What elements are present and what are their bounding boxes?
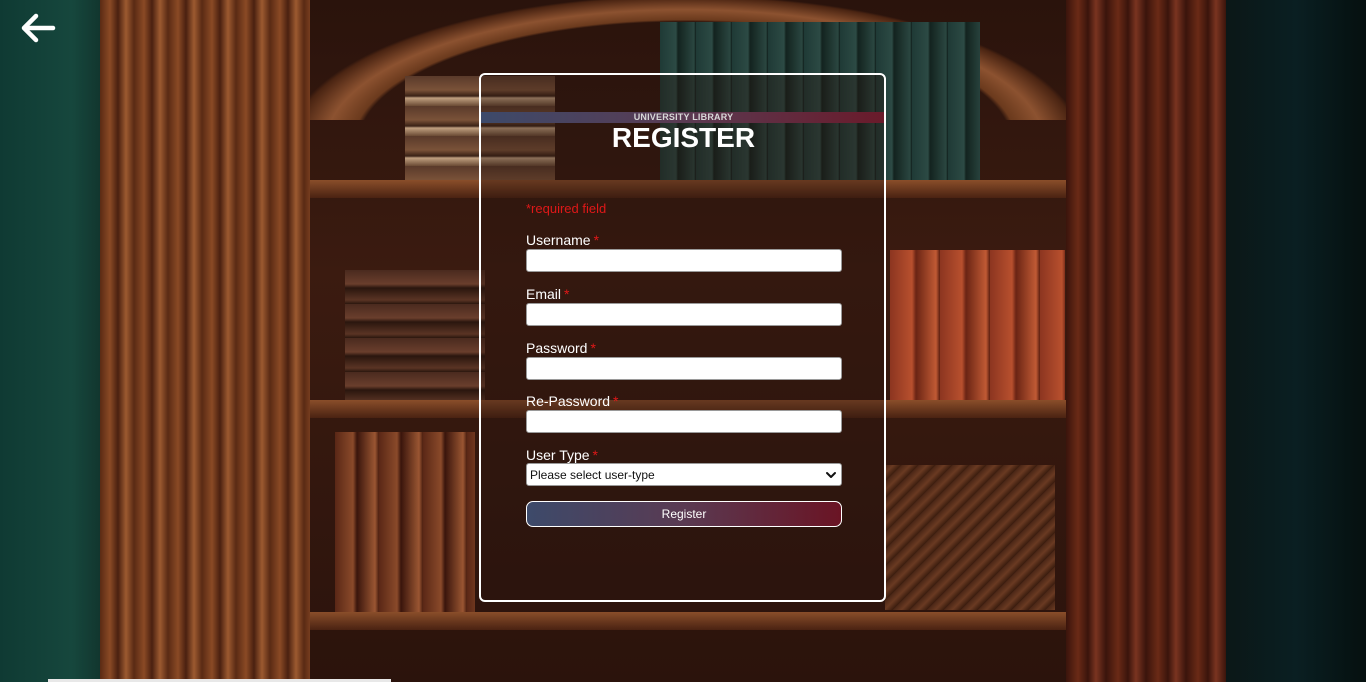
user-type-label: User Type * [526, 447, 598, 463]
user-type-label-text: User Type [526, 447, 590, 463]
wood-pillar-right [1066, 0, 1236, 682]
password-label-text: Password [526, 340, 588, 356]
shelf-board-3 [300, 612, 1070, 630]
re-password-label: Re-Password * [526, 393, 618, 409]
carved-panel [885, 465, 1055, 610]
required-star: * [593, 232, 600, 248]
register-card: UNIVERSITY LIBRARY REGISTER *required fi… [479, 73, 886, 602]
back-button[interactable] [20, 12, 58, 44]
username-label-text: Username [526, 232, 591, 248]
books-stack-middle-left [345, 270, 485, 400]
required-star: * [592, 447, 598, 463]
wood-pillar-left [100, 0, 310, 682]
user-type-select[interactable]: Please select user-type [526, 463, 842, 486]
user-type-selected-value: Please select user-type [530, 468, 655, 482]
email-input[interactable] [526, 303, 842, 326]
re-password-input[interactable] [526, 410, 842, 433]
password-input[interactable] [526, 357, 842, 380]
page-title: REGISTER [611, 122, 756, 153]
username-label: Username * [526, 232, 599, 248]
chevron-down-icon [826, 472, 836, 478]
dark-wall-right [1226, 0, 1366, 682]
required-star: * [590, 340, 596, 356]
required-field-note: *required field [526, 201, 607, 216]
books-lower-shelf [335, 432, 475, 612]
required-star: * [564, 286, 570, 302]
required-star: * [613, 393, 619, 409]
arrow-left-icon [21, 13, 56, 43]
password-label: Password * [526, 340, 596, 356]
email-label-text: Email [526, 286, 562, 302]
re-password-label-text: Re-Password [526, 393, 611, 409]
books-middle-shelf [890, 250, 1065, 400]
register-button[interactable]: Register [526, 501, 842, 527]
email-label: Email * [526, 286, 569, 302]
username-input[interactable] [526, 249, 842, 272]
